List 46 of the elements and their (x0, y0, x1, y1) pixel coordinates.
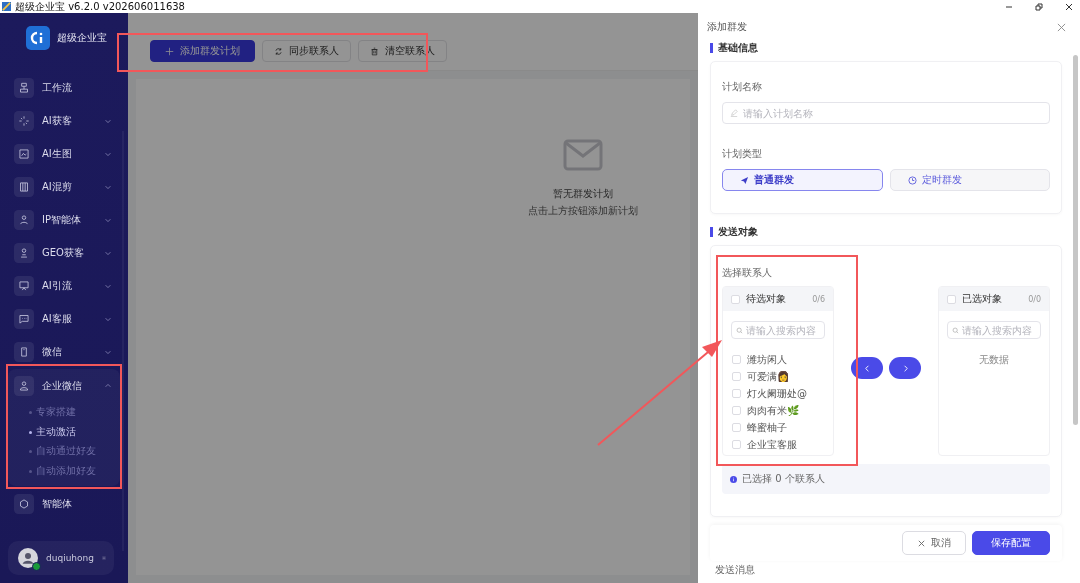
user-card[interactable]: duqiuhong (8, 541, 114, 575)
plan-name-field[interactable]: 请输入计划名称 (722, 102, 1050, 124)
brand-name: 超级企业宝 (57, 31, 107, 45)
nav-item[interactable]: AI引流 (8, 269, 120, 302)
cancel-button[interactable]: 取消 (902, 531, 966, 555)
panel-title: 待选对象 (746, 292, 787, 306)
selected-count-text: 已选择 0 个联系人 (742, 472, 825, 486)
nav-item[interactable]: 工作流 (8, 71, 120, 104)
section-heading: 发送消息 (714, 565, 755, 575)
section-heading: 基础信息 (710, 43, 758, 53)
field-label: 选择联系人 (722, 266, 772, 280)
drawer-title: 添加群发 (707, 20, 747, 34)
contact-name[interactable]: 企业宝客服 (747, 437, 797, 452)
nav-item[interactable]: AI获客 (8, 104, 120, 137)
submenu-item[interactable]: 主动激活 (8, 421, 120, 441)
panel-title: 已选对象 (962, 292, 1003, 306)
empty-text: 无数据 (978, 353, 1010, 367)
nav-item[interactable]: IP智能体 (8, 203, 120, 236)
contact-name[interactable]: 蜂蜜柚子 (747, 420, 787, 435)
nav-item[interactable]: GEO获客 (8, 236, 120, 269)
panel-count: 0/6 (812, 294, 825, 304)
field-label: 计划类型 (722, 147, 762, 161)
toolbar-button[interactable]: 添加群发计划 (150, 40, 255, 62)
empty-hint: 点击上方按钮添加新计划 (528, 204, 638, 218)
plan-type-option[interactable]: 定时群发 (889, 169, 1050, 191)
contact-name[interactable]: 肉肉有米🌿 (747, 403, 799, 418)
nav-item[interactable]: AI生图 (8, 137, 120, 170)
nav-item[interactable]: AI混剪 (8, 170, 120, 203)
user-name: duqiuhong (46, 553, 94, 563)
save-button[interactable]: 保存配置 (972, 531, 1050, 555)
nav-item[interactable]: 智能体 (8, 487, 120, 520)
search-field[interactable]: 请输入搜索内容 (731, 321, 825, 339)
contact-name[interactable]: 可爱满👩 (747, 369, 789, 384)
empty-title: 暂无群发计划 (553, 187, 613, 201)
nav-item[interactable]: 微信 (8, 335, 120, 368)
toolbar-button[interactable]: 同步联系人 (262, 40, 351, 62)
window-title: 超级企业宝 v6.2.0 v202606011638 (15, 0, 185, 13)
nav-item[interactable]: AI客服 (8, 302, 120, 335)
contact-name[interactable]: 潍坊闲人 (747, 352, 787, 367)
field-label: 计划名称 (722, 80, 762, 94)
contact-name[interactable]: 灯火阑珊处@ (747, 386, 807, 401)
section-heading: 发送对象 (710, 227, 758, 237)
panel-count: 0/0 (1028, 294, 1041, 304)
plan-type-option[interactable]: 普通群发 (722, 169, 883, 191)
nav-item[interactable]: 企业微信 (8, 369, 120, 402)
search-field[interactable]: 请输入搜索内容 (947, 321, 1041, 339)
